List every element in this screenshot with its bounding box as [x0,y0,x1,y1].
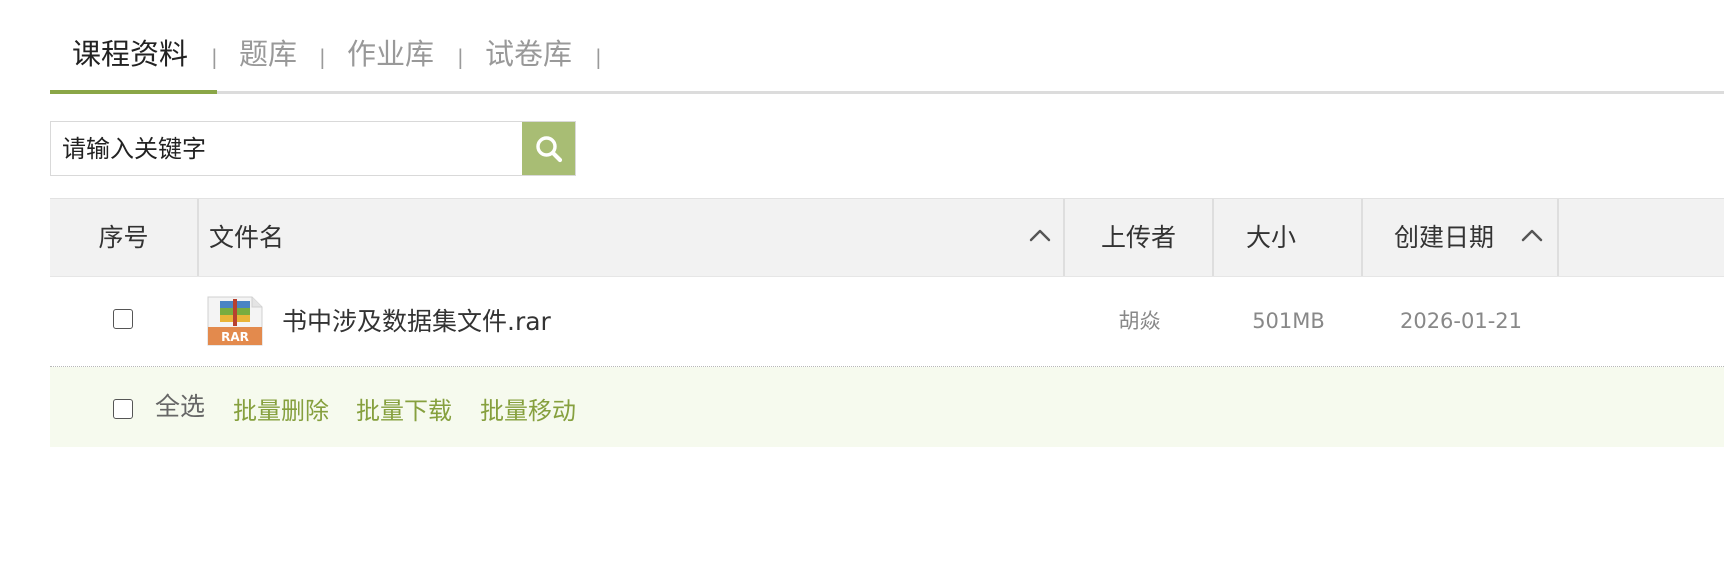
search-box [50,121,576,176]
column-header-created-label: 创建日期 [1394,223,1495,252]
column-header-size: 大小 [1214,199,1363,276]
tab-separator: | [319,45,326,69]
select-all-checkbox[interactable] [113,399,133,419]
course-files-page: 课程资料 | 题库 | 作业库 | 试卷库 | 序号 文件名 上传者 [0,0,1724,585]
tab-exam-bank[interactable]: 试卷库 [485,32,572,76]
batch-delete-link[interactable]: 批量删除 [233,367,329,455]
search-icon [535,135,562,162]
file-table: 序号 文件名 上传者 大小 创建日期 RAR 书中涉及数据集文件.rar 胡焱 … [50,198,1724,447]
uploader-cell: 胡焱 [1118,309,1161,333]
table-header: 序号 文件名 上传者 大小 创建日期 [50,198,1724,277]
tab-separator: | [595,45,602,69]
column-header-filename-label: 文件名 [209,223,285,252]
sort-up-icon[interactable] [1520,227,1544,243]
active-tab-indicator [50,90,217,94]
tab-course-materials[interactable]: 课程资料 [72,32,188,76]
sort-up-icon[interactable] [1028,227,1052,243]
search-button[interactable] [522,122,575,175]
size-cell: 501MB [1252,309,1325,333]
batch-move-link[interactable]: 批量移动 [480,367,576,455]
select-all-label[interactable]: 全选 [155,367,205,447]
batch-download-link[interactable]: 批量下载 [356,367,452,455]
file-name-link[interactable]: 书中涉及数据集文件.rar [282,277,551,366]
tab-bar: 课程资料 | 题库 | 作业库 | 试卷库 | [50,0,1724,94]
row-checkbox[interactable] [113,309,133,329]
svg-text:RAR: RAR [221,330,249,344]
batch-action-bar: 全选 批量删除 批量下载 批量移动 [50,367,1724,447]
column-header-uploader: 上传者 [1065,199,1214,276]
tab-question-bank[interactable]: 题库 [239,32,297,76]
table-row[interactable]: RAR 书中涉及数据集文件.rar 胡焱 501MB 2026-01-21 [50,277,1724,367]
tab-separator: | [457,45,464,69]
column-header-index: 序号 [50,199,199,276]
rar-file-icon: RAR [207,296,263,346]
search-input[interactable] [51,122,523,175]
column-header-filename: 文件名 [199,199,1065,276]
created-date-cell: 2026-01-21 [1399,309,1523,333]
tab-separator: | [211,45,218,69]
tab-homework-bank[interactable]: 作业库 [347,32,434,76]
